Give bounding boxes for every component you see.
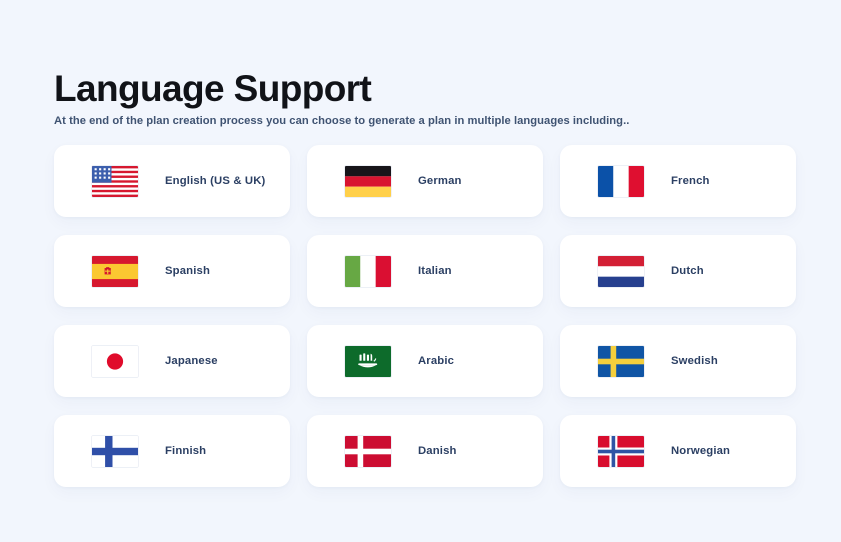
language-card-norwegian[interactable]: Norwegian <box>560 415 796 487</box>
flag-united-states-icon <box>92 165 138 197</box>
language-support-page: Language Support At the end of the plan … <box>0 0 841 542</box>
flag-norway-icon <box>598 435 644 467</box>
language-card-spanish[interactable]: Spanish <box>54 235 290 307</box>
flag-finland-icon <box>92 435 138 467</box>
language-label: Japanese <box>165 355 218 367</box>
flag-germany-icon <box>345 165 391 197</box>
language-label: Norwegian <box>671 445 731 457</box>
language-label: Italian <box>418 265 452 277</box>
language-label: Spanish <box>165 265 210 277</box>
flag-italy-icon <box>345 255 391 287</box>
language-card-arabic[interactable]: Arabic <box>307 325 543 397</box>
language-label: German <box>418 175 462 187</box>
language-card-danish[interactable]: Danish <box>307 415 543 487</box>
language-card-german[interactable]: German <box>307 145 543 217</box>
flag-spain-icon <box>92 255 138 287</box>
language-card-swedish[interactable]: Swedish <box>560 325 796 397</box>
language-card-italian[interactable]: Italian <box>307 235 543 307</box>
flag-japan-icon <box>92 345 138 377</box>
language-card-english[interactable]: English (US & UK) <box>54 145 290 217</box>
language-label: Danish <box>418 445 457 457</box>
language-label: Swedish <box>671 355 718 367</box>
language-label: Finnish <box>165 445 207 457</box>
language-card-french[interactable]: French <box>560 145 796 217</box>
page-title: Language Support <box>54 67 372 109</box>
flag-netherlands-icon <box>598 255 644 287</box>
flag-sweden-icon <box>598 345 644 377</box>
page-subtitle: At the end of the plan creation process … <box>54 115 630 128</box>
language-card-japanese[interactable]: Japanese <box>54 325 290 397</box>
language-label: English (US & UK) <box>165 175 266 187</box>
language-card-dutch[interactable]: Dutch <box>560 235 796 307</box>
language-grid: English (US & UK) German French Spanish … <box>54 145 796 487</box>
language-card-finnish[interactable]: Finnish <box>54 415 290 487</box>
flag-france-icon <box>598 165 644 197</box>
language-label: Arabic <box>418 355 455 367</box>
language-label: Dutch <box>671 265 704 277</box>
language-label: French <box>671 175 710 187</box>
flag-denmark-icon <box>345 435 391 467</box>
flag-saudi-arabia-icon <box>345 345 391 377</box>
